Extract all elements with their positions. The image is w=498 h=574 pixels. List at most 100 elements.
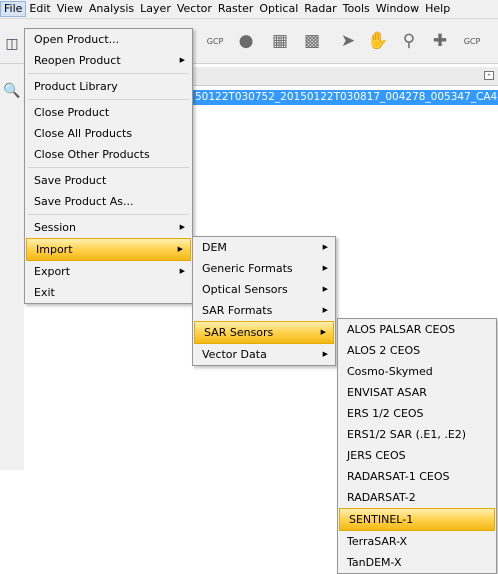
import-item-optical-sensors[interactable]: Optical Sensors ▶: [193, 279, 335, 300]
sar-item-terrasar-x[interactable]: TerraSAR-X: [338, 531, 496, 552]
submenu-arrow-icon: ▶: [177, 245, 183, 253]
menu-separator: [28, 214, 189, 215]
menu-item-label: Generic Formats: [202, 262, 293, 275]
menu-item-label: SAR Formats: [202, 304, 273, 317]
zoom-icon[interactable]: ⚲: [397, 29, 421, 53]
menu-item-label: DEM: [202, 241, 227, 254]
import-item-dem[interactable]: DEM ▶: [193, 237, 335, 258]
import-item-sar-formats[interactable]: SAR Formats ▶: [193, 300, 335, 321]
menu-analysis[interactable]: Analysis: [86, 1, 137, 17]
menu-item-label: Close Other Products: [34, 148, 150, 161]
menu-item-reopen-product[interactable]: Reopen Product ▶: [25, 50, 192, 71]
folder-icon: ◫: [5, 36, 19, 52]
menu-item-export[interactable]: Export ▶: [25, 261, 192, 282]
menu-item-open-product[interactable]: Open Product...: [25, 29, 192, 50]
menu-vector[interactable]: Vector: [174, 1, 215, 17]
menu-item-label: Optical Sensors: [202, 283, 288, 296]
grid-icon[interactable]: ▩: [300, 29, 324, 53]
menu-separator: [28, 99, 189, 100]
pin-icon[interactable]: ✚: [428, 29, 452, 53]
menu-item-label: RADARSAT-2: [347, 491, 416, 504]
menu-item-label: Import: [36, 243, 73, 256]
import-item-vector-data[interactable]: Vector Data ▶: [193, 344, 335, 365]
menu-item-close-other-products[interactable]: Close Other Products: [25, 144, 192, 165]
menu-item-import[interactable]: Import ▶: [26, 238, 191, 261]
menu-window[interactable]: Window: [373, 1, 422, 17]
menu-item-label: Save Product As...: [34, 195, 134, 208]
product-library-icon: 🔍: [3, 83, 21, 99]
graph-icon[interactable]: ●: [234, 29, 258, 53]
menu-item-save-product-as[interactable]: Save Product As...: [25, 191, 192, 212]
menu-help[interactable]: Help: [422, 1, 453, 17]
submenu-arrow-icon: ▶: [322, 285, 328, 293]
menu-item-exit[interactable]: Exit: [25, 282, 192, 303]
product-row-selected[interactable]: 50122T030752_20150122T030817_004278_0053…: [193, 90, 498, 105]
menu-separator: [28, 73, 189, 74]
sar-item-jers-ceos[interactable]: JERS CEOS: [338, 445, 496, 466]
minimize-icon[interactable]: -: [484, 71, 494, 80]
sar-item-ers-1-2-ceos[interactable]: ERS 1/2 CEOS: [338, 403, 496, 424]
submenu-arrow-icon: ▶: [322, 306, 328, 314]
submenu-arrow-icon: ▶: [322, 243, 328, 251]
sar-sensors-submenu: ALOS PALSAR CEOS ALOS 2 CEOS Cosmo-Skymed E…: [337, 318, 497, 574]
sar-item-alos-2-ceos[interactable]: ALOS 2 CEOS: [338, 340, 496, 361]
menu-radar[interactable]: Radar: [301, 1, 339, 17]
menu-item-label: ALOS PALSAR CEOS: [347, 323, 456, 336]
file-menu: Open Product... Reopen Product ▶ Product Li…: [24, 28, 193, 304]
gcp-add-icon[interactable]: GCP: [460, 29, 484, 53]
menu-item-label: ERS 1/2 CEOS: [347, 407, 424, 420]
menu-raster[interactable]: Raster: [215, 1, 256, 17]
menu-item-label: Close Product: [34, 106, 110, 119]
menu-bar: File Edit View Analysis Layer Vector Ras…: [0, 0, 498, 19]
workspace-area: [0, 470, 300, 574]
submenu-arrow-icon: ▶: [179, 223, 185, 231]
menu-item-session[interactable]: Session ▶: [25, 217, 192, 238]
sar-item-alos-palsar-ceos[interactable]: ALOS PALSAR CEOS: [338, 319, 496, 340]
menu-item-label: Close All Products: [34, 127, 133, 140]
menu-layer[interactable]: Layer: [137, 1, 174, 17]
menu-item-close-all-products[interactable]: Close All Products: [25, 123, 192, 144]
menu-item-label: ENVISAT ASAR: [347, 386, 427, 399]
submenu-arrow-icon: ▶: [322, 350, 328, 358]
menu-edit[interactable]: Edit: [26, 1, 53, 17]
submenu-arrow-icon: ▶: [179, 56, 185, 64]
sar-item-sentinel-1[interactable]: SENTINEL-1: [339, 508, 495, 531]
menu-item-label: JERS CEOS: [347, 449, 406, 462]
menu-tools[interactable]: Tools: [340, 1, 373, 17]
pointer-icon[interactable]: ➤: [336, 29, 360, 53]
product-explorer-header: -: [190, 67, 498, 86]
menu-item-label: SAR Sensors: [204, 326, 274, 339]
network-icon[interactable]: ▦: [268, 29, 292, 53]
menu-view[interactable]: View: [54, 1, 86, 17]
menu-optical[interactable]: Optical: [256, 1, 301, 17]
menu-separator: [28, 167, 189, 168]
sar-item-radarsat-1-ceos[interactable]: RADARSAT-1 CEOS: [338, 466, 496, 487]
import-item-generic-formats[interactable]: Generic Formats ▶: [193, 258, 335, 279]
sar-item-ers1-2-sar-e1-e2[interactable]: ERS1/2 SAR (.E1, .E2): [338, 424, 496, 445]
menu-item-label: Product Library: [34, 80, 118, 93]
menu-item-label: TerraSAR-X: [347, 535, 408, 548]
menu-item-label: Session: [34, 221, 76, 234]
gcp-tool-icon[interactable]: GCP: [203, 29, 227, 53]
sar-item-cosmo-skymed[interactable]: Cosmo-Skymed: [338, 361, 496, 382]
sar-item-radarsat-2[interactable]: RADARSAT-2: [338, 487, 496, 508]
menu-item-product-library[interactable]: Product Library: [25, 76, 192, 97]
submenu-arrow-icon: ▶: [322, 264, 328, 272]
menu-item-close-product[interactable]: Close Product: [25, 102, 192, 123]
menu-item-label: Open Product...: [34, 33, 120, 46]
menu-item-label: RADARSAT-1 CEOS: [347, 470, 450, 483]
menu-item-label: Exit: [34, 286, 55, 299]
import-item-sar-sensors[interactable]: SAR Sensors ▶: [194, 321, 334, 344]
menu-item-label: Vector Data: [202, 348, 267, 361]
menu-item-save-product[interactable]: Save Product: [25, 170, 192, 191]
menu-item-label: ALOS 2 CEOS: [347, 344, 421, 357]
menu-item-label: TanDEM-X: [347, 556, 402, 569]
menu-file[interactable]: File: [0, 1, 27, 17]
menu-item-label: Save Product: [34, 174, 107, 187]
sar-item-tandem-x[interactable]: TanDEM-X: [338, 552, 496, 573]
menu-item-label: ERS1/2 SAR (.E1, .E2): [347, 428, 467, 441]
pan-hand-icon[interactable]: ✋: [366, 29, 390, 53]
submenu-arrow-icon: ▶: [320, 328, 326, 336]
sar-item-envisat-asar[interactable]: ENVISAT ASAR: [338, 382, 496, 403]
menu-item-label: Cosmo-Skymed: [347, 365, 433, 378]
